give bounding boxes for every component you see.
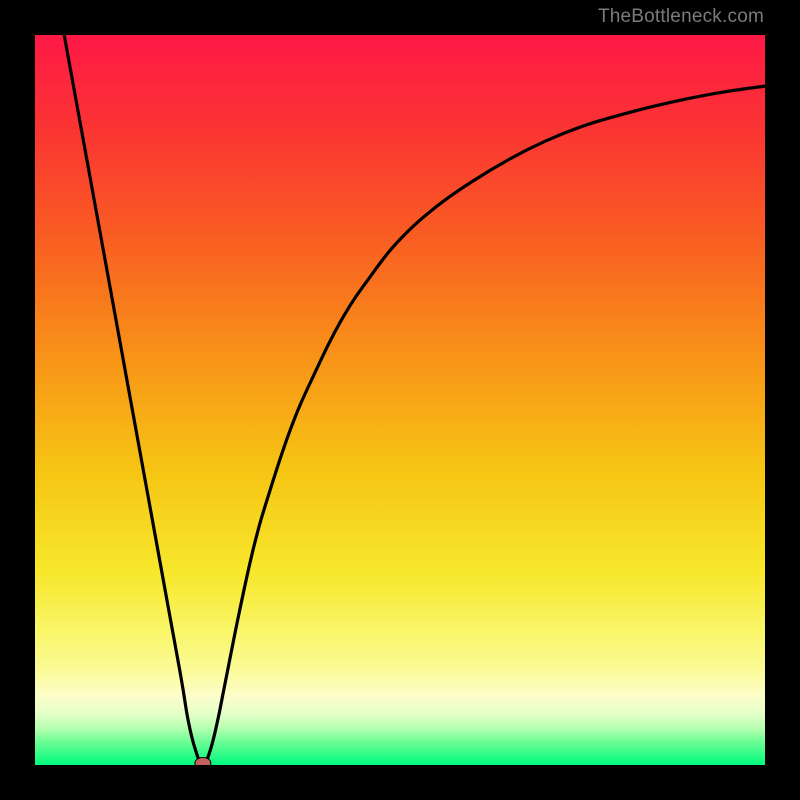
gradient-background bbox=[35, 35, 765, 765]
gradient-rect bbox=[35, 35, 765, 765]
chart-container: TheBottleneck.com bbox=[0, 0, 800, 800]
plot-area bbox=[35, 35, 765, 765]
attribution-text: TheBottleneck.com bbox=[598, 6, 764, 28]
minimum-marker bbox=[195, 758, 211, 766]
